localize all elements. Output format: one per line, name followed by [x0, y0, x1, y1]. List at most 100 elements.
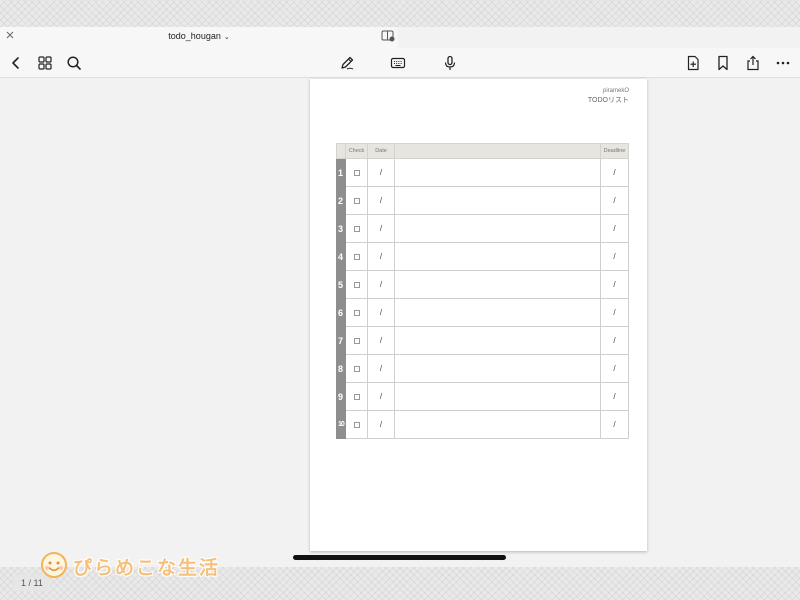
date-cell[interactable]: / [367, 158, 395, 187]
deadline-cell[interactable]: / [600, 410, 629, 439]
task-cell[interactable] [394, 326, 601, 355]
tab-title-area[interactable]: todo_hougan ⌄ [0, 31, 398, 41]
checkbox[interactable] [353, 225, 360, 232]
date-cell[interactable]: / [367, 242, 395, 271]
date-cell[interactable]: / [367, 410, 395, 439]
checkbox[interactable] [353, 253, 360, 260]
task-cell[interactable] [394, 382, 601, 411]
tab-title: todo_hougan [168, 31, 221, 41]
checkbox[interactable] [353, 197, 360, 204]
deadline-cell[interactable]: / [600, 186, 629, 215]
date-cell[interactable]: / [367, 354, 395, 383]
check-cell[interactable] [345, 326, 368, 355]
check-cell[interactable] [345, 354, 368, 383]
table-row: 3 / / [336, 214, 629, 243]
checkbox[interactable] [353, 337, 360, 344]
check-cell[interactable] [345, 382, 368, 411]
check-cell[interactable] [345, 242, 368, 271]
deadline-cell[interactable]: / [600, 214, 629, 243]
task-cell[interactable] [394, 214, 601, 243]
document-title: TODOリスト [587, 97, 629, 104]
checkbox[interactable] [353, 421, 360, 428]
row-number: 2 [336, 186, 346, 215]
document-tab[interactable]: todo_hougan ⌄ [0, 27, 398, 48]
check-cell[interactable] [345, 214, 368, 243]
pen-icon[interactable] [339, 55, 355, 71]
row-number: 9 [336, 382, 346, 411]
checkbox[interactable] [353, 309, 360, 316]
table-row: 2 / / [336, 186, 629, 215]
toolbar [0, 48, 800, 78]
deadline-cell[interactable]: / [600, 242, 629, 271]
document-canvas[interactable]: piramekO TODOリスト Check Date Deadline 1 /… [0, 79, 800, 591]
grid-icon[interactable] [37, 55, 53, 71]
app-window: todo_hougan ⌄ piramekO TODOリスト Check Dat… [0, 27, 800, 591]
checkbox[interactable] [353, 169, 360, 176]
deadline-column-header: Deadline [600, 143, 629, 159]
table-row: 6 / / [336, 298, 629, 327]
task-cell[interactable] [394, 298, 601, 327]
table-header-row: Check Date Deadline [336, 143, 629, 159]
share-icon[interactable] [745, 55, 761, 71]
check-column-header: Check [345, 143, 368, 159]
tab-bar: todo_hougan ⌄ [0, 27, 800, 48]
date-cell[interactable]: / [367, 298, 395, 327]
brand-name: piramekO [602, 88, 629, 94]
row-number: 4 [336, 242, 346, 271]
check-cell[interactable] [345, 410, 368, 439]
task-cell[interactable] [394, 354, 601, 383]
table-row: 1 / / [336, 158, 629, 187]
task-cell[interactable] [394, 242, 601, 271]
split-view-icon[interactable] [381, 30, 395, 42]
bookmark-icon[interactable] [715, 55, 731, 71]
watermark-text: ぴらめこな生活 [73, 557, 221, 579]
row-number: 3 [336, 214, 346, 243]
search-icon[interactable] [66, 55, 82, 71]
chevron-left-icon[interactable] [8, 55, 24, 71]
table-row: 4 / / [336, 242, 629, 271]
row-number: 1 [336, 158, 346, 187]
task-cell[interactable] [394, 410, 601, 439]
deadline-cell[interactable]: / [600, 298, 629, 327]
smiley-face-icon [41, 552, 67, 578]
task-cell[interactable] [394, 158, 601, 187]
task-cell[interactable] [394, 186, 601, 215]
date-cell[interactable]: / [367, 214, 395, 243]
check-cell[interactable] [345, 270, 368, 299]
add-page-icon[interactable] [685, 55, 701, 71]
brand-header: piramekO TODOリスト [588, 87, 629, 105]
more-icon[interactable] [775, 55, 791, 71]
deadline-cell[interactable]: / [600, 354, 629, 383]
microphone-icon[interactable] [442, 55, 458, 71]
table-row: 9 / / [336, 382, 629, 411]
todo-table: Check Date Deadline 1 / / 2 / / 3 / / 4 … [336, 143, 629, 439]
table-row: 10 / / [336, 410, 629, 439]
keyboard-icon[interactable] [390, 55, 406, 71]
date-cell[interactable]: / [367, 186, 395, 215]
deadline-cell[interactable]: / [600, 270, 629, 299]
chevron-down-icon: ⌄ [223, 34, 230, 41]
number-column-header [336, 143, 346, 159]
home-indicator[interactable] [293, 555, 506, 560]
deadline-cell[interactable]: / [600, 158, 629, 187]
document-page[interactable]: piramekO TODOリスト Check Date Deadline 1 /… [310, 79, 647, 551]
checkbox[interactable] [353, 393, 360, 400]
deadline-cell[interactable]: / [600, 326, 629, 355]
table-row: 7 / / [336, 326, 629, 355]
date-cell[interactable]: / [367, 270, 395, 299]
check-cell[interactable] [345, 298, 368, 327]
deadline-cell[interactable]: / [600, 382, 629, 411]
table-row: 5 / / [336, 270, 629, 299]
checkbox[interactable] [353, 281, 360, 288]
checkbox[interactable] [353, 365, 360, 372]
task-cell[interactable] [394, 270, 601, 299]
date-cell[interactable]: / [367, 382, 395, 411]
row-number: 8 [336, 354, 346, 383]
row-number: 6 [336, 298, 346, 327]
date-cell[interactable]: / [367, 326, 395, 355]
table-row: 8 / / [336, 354, 629, 383]
check-cell[interactable] [345, 158, 368, 187]
row-number: 10 [336, 410, 346, 439]
todo-rows: 1 / / 2 / / 3 / / 4 / / 5 / / 6 / / 7 / … [336, 158, 629, 439]
check-cell[interactable] [345, 186, 368, 215]
